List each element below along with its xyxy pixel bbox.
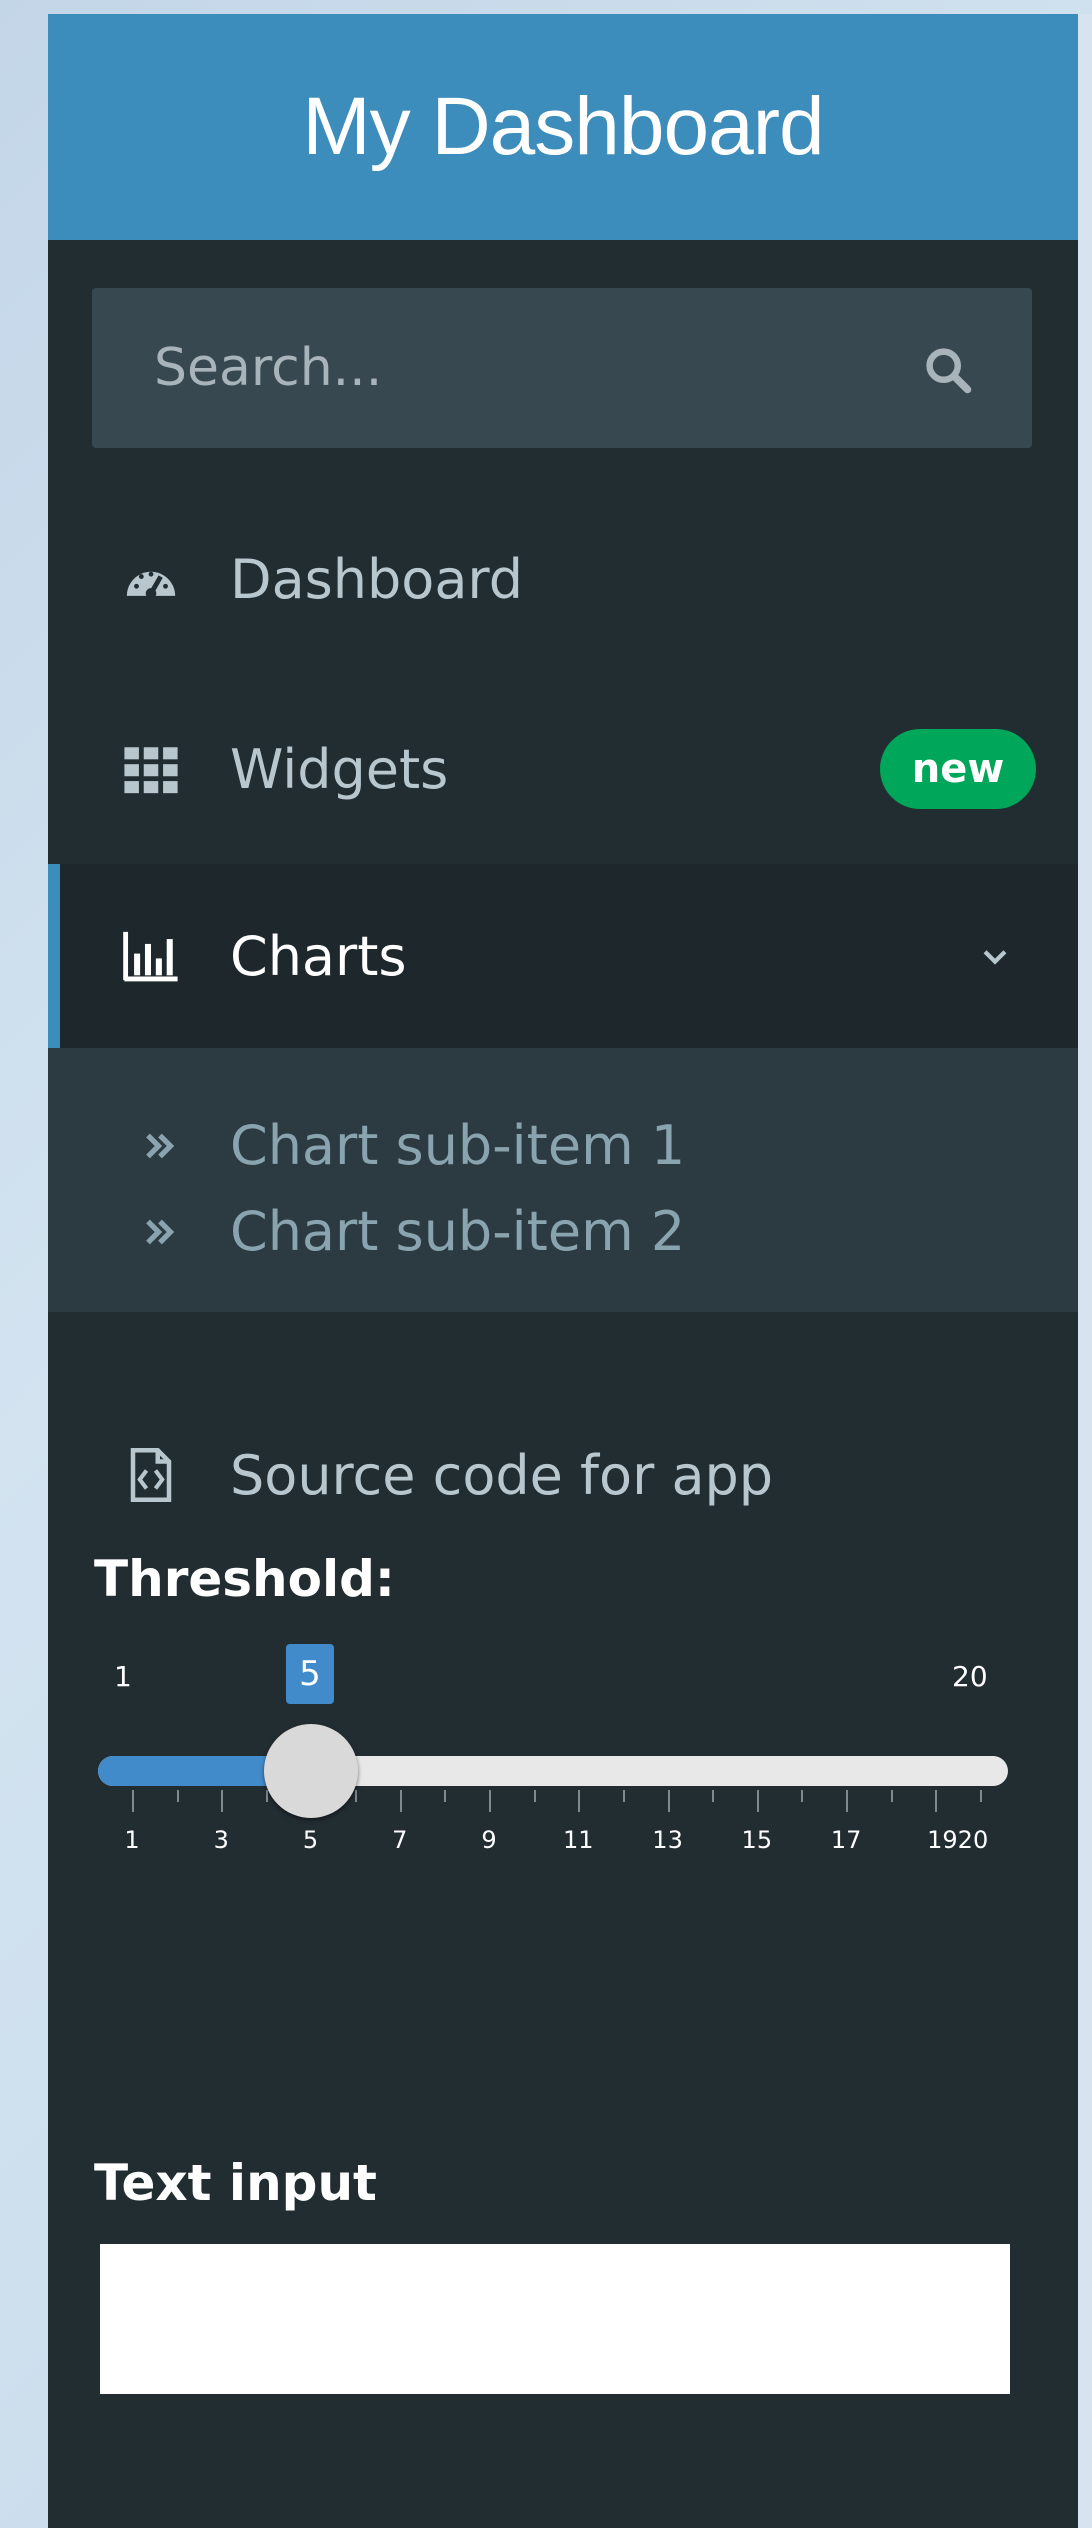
slider-tick — [176, 1790, 179, 1802]
sidebar-item-label: Dashboard — [230, 547, 523, 611]
slider-tick — [801, 1790, 804, 1802]
submenu-item-chart-2[interactable]: Chart sub-item 2 — [48, 1172, 1078, 1292]
slider-tick-label: 5 — [302, 1826, 319, 1854]
slider-tick — [578, 1790, 581, 1812]
slider-tick — [712, 1790, 715, 1802]
slider-tick — [622, 1790, 625, 1802]
sidebar-item-label: Charts — [230, 924, 407, 988]
app-title[interactable]: My Dashboard — [302, 80, 824, 174]
slider-tick-label: 1 — [124, 1826, 140, 1854]
sidebar-item-label: Widgets — [230, 737, 449, 801]
sidebar-search[interactable]: Search... — [92, 288, 1032, 448]
dashboard-gauge-icon — [126, 571, 176, 599]
slider-tick-label: 1920 — [927, 1826, 989, 1854]
slider-tick — [444, 1790, 447, 1802]
slider-tick — [355, 1790, 358, 1802]
slider-tick — [667, 1790, 670, 1812]
app-header: My Dashboard — [48, 14, 1078, 240]
text-input-field[interactable] — [100, 2244, 1010, 2394]
slider-tick-label: 9 — [481, 1826, 497, 1854]
search-icon[interactable] — [922, 344, 974, 396]
sidebar-item-source-code[interactable]: Source code for app — [48, 1380, 1078, 1570]
chevron-down-icon[interactable] — [978, 939, 1012, 973]
grid-icon — [124, 747, 178, 794]
slider-tick — [132, 1790, 134, 1812]
sidebar-item-widgets[interactable]: Widgets new — [48, 674, 1078, 864]
sidebar-item-dashboard[interactable]: Dashboard — [48, 484, 1078, 674]
double-chevron-right-icon — [146, 1219, 175, 1245]
slider-tick-label: 7 — [392, 1826, 408, 1854]
slider-tick — [489, 1790, 492, 1812]
slider-tick — [399, 1790, 402, 1812]
slider-tick — [221, 1790, 224, 1812]
search-input[interactable]: Search... — [154, 338, 382, 398]
charts-submenu: Chart sub-item 1 Chart sub-item 2 — [48, 1048, 1078, 1312]
new-badge: new — [880, 729, 1036, 809]
double-chevron-right-icon — [146, 1133, 175, 1159]
slider-tick — [980, 1790, 982, 1802]
slider-tick-label: 17 — [830, 1826, 862, 1854]
slider-tick — [890, 1790, 893, 1802]
slider-max-label: 20 — [952, 1660, 988, 1693]
slider-tick — [533, 1790, 536, 1802]
slider-tick-label: 11 — [563, 1826, 594, 1854]
slider-tick — [265, 1790, 268, 1802]
submenu-item-label: Chart sub-item 2 — [230, 1200, 686, 1263]
bar-chart-icon — [123, 931, 178, 982]
submenu-item-label: Chart sub-item 1 — [230, 1114, 686, 1177]
slider-track[interactable] — [98, 1756, 1008, 1786]
slider-handle[interactable] — [263, 1724, 358, 1818]
sidebar-item-charts[interactable]: Charts — [48, 864, 1078, 1048]
sidebar-item-label: Source code for app — [230, 1443, 774, 1507]
active-indicator — [48, 864, 60, 1048]
slider-tick — [935, 1790, 938, 1812]
slider-value-label: 5 — [286, 1644, 334, 1704]
slider-tick-label: 15 — [741, 1826, 773, 1854]
slider-tick — [756, 1790, 759, 1812]
slider-tick — [846, 1790, 849, 1812]
slider-min-label: 1 — [114, 1660, 132, 1693]
text-input-label: Text input — [94, 2154, 377, 2212]
slider-tick-label: 13 — [652, 1826, 683, 1854]
file-code-icon — [130, 1448, 172, 1502]
threshold-label: Threshold: — [94, 1550, 395, 1608]
sidebar-frame: My Dashboard Search... Dashboard Widgets… — [48, 14, 1078, 2528]
window-edge — [1078, 14, 1092, 2528]
slider-tick-label: 3 — [213, 1826, 229, 1854]
